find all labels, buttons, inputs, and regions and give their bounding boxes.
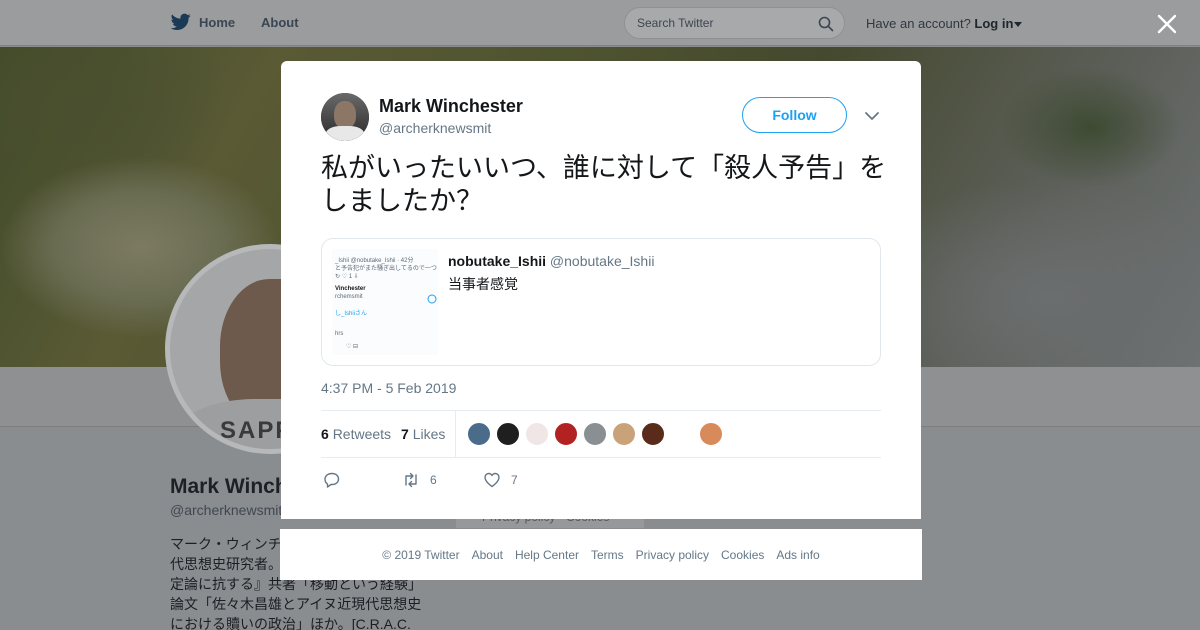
author-name[interactable]: Mark Winchester — [379, 96, 523, 117]
divider — [321, 457, 881, 458]
account-prompt: Have an account? — [866, 16, 971, 31]
like-button[interactable]: 7 — [483, 471, 518, 489]
footer-link-help-center[interactable]: Help Center — [515, 548, 579, 562]
account-area: Have an account? Log in — [866, 16, 1023, 31]
retweet-button[interactable]: 6 — [402, 471, 437, 489]
quoted-tweet-card[interactable]: _Ishii @nobutake_Ishii · 42分 と予告犯がまた騒ぎ出し… — [321, 238, 881, 366]
bio-line: 論文「佐々木昌雄とアイヌ近現代思想史 — [170, 596, 422, 612]
chevron-down-icon[interactable] — [1014, 21, 1023, 28]
quoted-tweet-name: nobutake_Ishii — [448, 253, 547, 269]
liker-avatar[interactable] — [612, 422, 636, 446]
like-count: 7 — [401, 426, 409, 442]
likes-stat[interactable]: 7 Likes — [401, 426, 445, 442]
follow-button[interactable]: Follow — [742, 97, 847, 133]
author-handle[interactable]: @archerknewsmit — [379, 120, 491, 136]
thumb-circle-icon — [427, 294, 437, 304]
footer-link-ads-info[interactable]: Ads info — [776, 548, 819, 562]
liker-avatar[interactable] — [583, 422, 607, 446]
profile-name: Mark Winch — [170, 475, 288, 498]
thumb-line: rchemsmit — [335, 294, 363, 300]
like-label: Likes — [412, 426, 446, 442]
footer: © 2019 Twitter About Help Center Terms P… — [280, 529, 922, 580]
quoted-tweet-thumbnail: _Ishii @nobutake_Ishii · 42分 と予告犯がまた騒ぎ出し… — [332, 249, 438, 355]
tweet-text: 私がいったいいつ、誰に対して「殺人予告」をしましたか？ — [321, 153, 887, 217]
tweet-modal: Mark Winchester @archerknewsmit Follow 私… — [281, 61, 921, 519]
divider — [455, 411, 456, 457]
reply-icon — [324, 472, 340, 488]
liker-avatar[interactable] — [641, 422, 665, 446]
search-icon[interactable] — [818, 16, 834, 32]
top-navigation-bar: Home About Have an account? Log in — [0, 0, 1200, 46]
footer-link-about[interactable]: About — [472, 548, 503, 562]
author-avatar[interactable] — [321, 93, 369, 141]
liker-avatar[interactable] — [467, 422, 491, 446]
retweets-stat[interactable]: 6 Retweets — [321, 426, 391, 442]
footer-link-privacy[interactable]: Privacy policy — [636, 548, 709, 562]
retweet-action-count: 6 — [430, 473, 437, 487]
thumb-line: Vinchester — [335, 286, 366, 292]
thumb-line: と予告犯がまた騒ぎ出してるので一つしょうか。 — [335, 266, 438, 272]
liker-avatar[interactable] — [554, 422, 578, 446]
reply-button[interactable] — [323, 471, 341, 489]
thumb-line: hrs — [335, 331, 344, 337]
chevron-down-icon[interactable] — [863, 107, 881, 125]
search-box — [624, 7, 845, 39]
liker-avatar[interactable] — [525, 422, 549, 446]
tweet-timestamp[interactable]: 4:37 PM - 5 Feb 2019 — [321, 380, 456, 396]
thumb-line: ↻ ♡ 1 ⇩ — [335, 274, 359, 280]
login-link[interactable]: Log in — [974, 16, 1013, 31]
quoted-tweet-user: nobutake_Ishii @nobutake_Ishii — [448, 253, 654, 269]
footer-copyright: © 2019 Twitter — [382, 547, 460, 562]
liker-avatar[interactable] — [699, 422, 723, 446]
footer-link-cookies[interactable]: Cookies — [721, 548, 764, 562]
search-input[interactable] — [637, 15, 807, 31]
like-action-count: 7 — [511, 473, 518, 487]
nav-home[interactable]: Home — [171, 13, 235, 31]
quoted-tweet-text: 当事者感覚 — [448, 277, 518, 293]
retweet-label: Retweets — [332, 426, 392, 442]
profile-handle: @archerknewsmit — [170, 502, 283, 518]
nav-about[interactable]: About — [261, 15, 299, 30]
liker-avatar[interactable] — [496, 422, 520, 446]
heart-icon — [484, 472, 500, 488]
thumb-line: し_Ishiiさん — [335, 311, 368, 317]
thumb-line: ♡ ⊟ — [346, 344, 359, 350]
retweet-count: 6 — [321, 426, 329, 442]
retweet-icon — [405, 472, 417, 488]
bio-line: における贖いの政治」ほか。[C.R.A.C. — [170, 616, 411, 630]
divider — [321, 410, 881, 411]
twitter-bird-icon — [171, 13, 191, 31]
quoted-tweet-handle: @nobutake_Ishii — [549, 253, 655, 269]
nav-home-label: Home — [199, 14, 236, 30]
footer-link-terms[interactable]: Terms — [591, 548, 624, 562]
close-icon[interactable] — [1154, 11, 1180, 37]
